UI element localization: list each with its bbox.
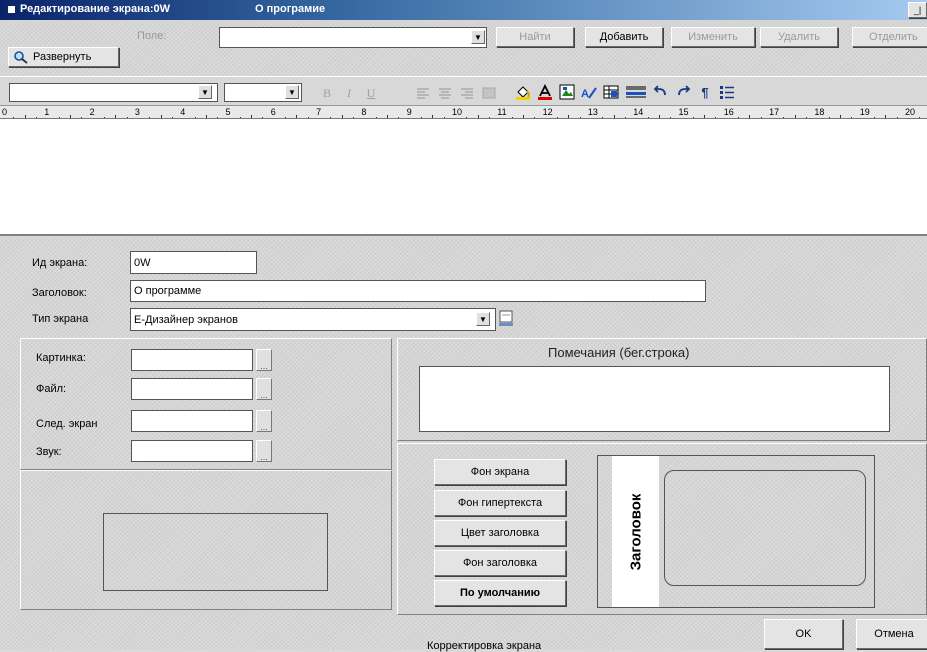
screen-preview: Заголовок: [597, 455, 875, 608]
next-screen-browse-button[interactable]: ...: [256, 410, 272, 432]
ruler-number: 1: [44, 107, 50, 117]
table-icon[interactable]: [602, 83, 620, 101]
picture-label: Картинка:: [36, 352, 86, 364]
status-text: Корректировка экрана: [427, 640, 542, 652]
text-size-icon[interactable]: A: [580, 83, 598, 101]
add-button[interactable]: Добавить: [585, 27, 663, 47]
hypertext-background-button[interactable]: Фон гипертекста: [434, 490, 566, 516]
ruler-number: 4: [180, 107, 186, 117]
align-left-icon[interactable]: [414, 84, 432, 102]
italic-button[interactable]: I: [340, 84, 358, 102]
bold-button[interactable]: B: [318, 84, 336, 102]
minimize-button[interactable]: _|: [908, 2, 927, 18]
notes-input[interactable]: [419, 366, 890, 432]
sound-browse-button[interactable]: ...: [256, 440, 272, 462]
default-colors-button[interactable]: По умолчанию: [434, 580, 566, 606]
screen-id-input[interactable]: 0W: [130, 251, 257, 274]
ruler-number: 15: [678, 107, 689, 117]
ruler-number: 8: [361, 107, 367, 117]
image-preview-box: [103, 513, 328, 591]
title-color-button[interactable]: Цвет заголовка: [434, 520, 566, 546]
ruler-number: 16: [723, 107, 734, 117]
ok-button[interactable]: OK: [764, 619, 843, 649]
ruler-number: 12: [542, 107, 553, 117]
ruler-number: 10: [452, 107, 463, 117]
file-input[interactable]: [131, 378, 253, 400]
ruler-number: 14: [633, 107, 644, 117]
bullet-list-icon[interactable]: [718, 83, 736, 101]
cancel-button[interactable]: Отмена: [856, 619, 927, 649]
svg-text:A: A: [581, 88, 589, 100]
find-button[interactable]: Найти: [496, 27, 574, 47]
title-bar: Редактирование экрана:0W О програмие _|: [0, 0, 927, 20]
screen-type-preview-icon[interactable]: [499, 310, 513, 328]
ruler-number: 19: [859, 107, 870, 117]
font-color-icon[interactable]: [536, 83, 554, 101]
paragraph-mark-icon[interactable]: ¶: [696, 83, 714, 101]
ruler-number: 18: [814, 107, 825, 117]
justify-icon[interactable]: [480, 84, 498, 102]
next-screen-label: След. экран: [36, 418, 98, 430]
field-label: Поле:: [137, 30, 167, 42]
window-icon: [8, 6, 15, 13]
screen-type-select[interactable]: Е-Дизайнер экранов: [130, 308, 496, 331]
ruler-number: 0: [2, 107, 8, 117]
field-dropdown-arrow[interactable]: ▼: [471, 30, 485, 44]
ruler: 0 1 2 3 4 5 6 7 8 9 10 11 12 13 14 15 16 17 18 19 20: [0, 105, 927, 119]
font-name-dropdown-arrow[interactable]: ▼: [198, 85, 212, 99]
sound-label: Звук:: [36, 446, 62, 458]
delete-button[interactable]: Удалить: [760, 27, 838, 47]
expand-label: Развернуть: [33, 51, 92, 63]
field-select[interactable]: [219, 27, 487, 48]
ruler-number: 13: [587, 107, 598, 117]
screen-id-label: Ид экрана:: [32, 257, 88, 269]
sound-input[interactable]: [131, 440, 253, 462]
align-right-icon[interactable]: [458, 84, 476, 102]
align-center-icon[interactable]: [436, 84, 454, 102]
notes-title: Помечания (бег.строка): [548, 345, 690, 360]
font-size-dropdown-arrow[interactable]: ▼: [285, 85, 299, 99]
preview-content-box: [664, 470, 866, 586]
title-label: Заголовок:: [32, 287, 87, 299]
ruler-number: 11: [497, 107, 507, 117]
ruler-number: 7: [316, 107, 322, 117]
horizontal-line-icon[interactable]: [624, 83, 648, 101]
expand-button[interactable]: Развернуть: [8, 47, 119, 67]
ruler-number: 17: [769, 107, 780, 117]
edit-button[interactable]: Изменить: [671, 27, 755, 47]
title-input[interactable]: О программе: [130, 280, 706, 302]
next-screen-input[interactable]: [131, 410, 253, 432]
window-title: Редактирование экрана:0W: [20, 3, 171, 15]
redo-icon[interactable]: [674, 83, 692, 101]
image-frame-icon[interactable]: [558, 83, 576, 101]
preview-title-strip: Заголовок: [612, 456, 659, 607]
title-background-button[interactable]: Фон заголовка: [434, 550, 566, 576]
ruler-number: 3: [134, 107, 140, 117]
screen-background-button[interactable]: Фон экрана: [434, 459, 566, 485]
undo-icon[interactable]: [652, 83, 670, 101]
file-label: Файл:: [36, 383, 67, 395]
ruler-number: 2: [89, 107, 95, 117]
text-editor[interactable]: [0, 118, 927, 236]
picture-browse-button[interactable]: ...: [256, 349, 272, 371]
preview-title-text: Заголовок: [627, 493, 644, 570]
ruler-number: 20: [905, 107, 916, 117]
fill-color-icon[interactable]: [514, 83, 532, 101]
font-name-select[interactable]: [9, 83, 218, 102]
screen-type-label: Тип экрана: [32, 313, 89, 325]
file-browse-button[interactable]: ...: [256, 378, 272, 400]
picture-input[interactable]: [131, 349, 253, 371]
screen-type-dropdown-arrow[interactable]: ▼: [476, 312, 490, 326]
underline-button[interactable]: U: [362, 84, 380, 102]
separate-button[interactable]: Отделить: [852, 27, 927, 47]
ruler-number: 9: [406, 107, 412, 117]
format-toolbar: ▼ ▼ B I U A ¶ 0 1 2 3 4 5 6 7 8 9 10 11 12 13 14 15: [0, 76, 927, 119]
window-subtitle: О програмие: [255, 3, 326, 15]
ruler-number: 6: [270, 107, 276, 117]
magnifier-icon: [14, 51, 28, 64]
ruler-number: 5: [225, 107, 231, 117]
